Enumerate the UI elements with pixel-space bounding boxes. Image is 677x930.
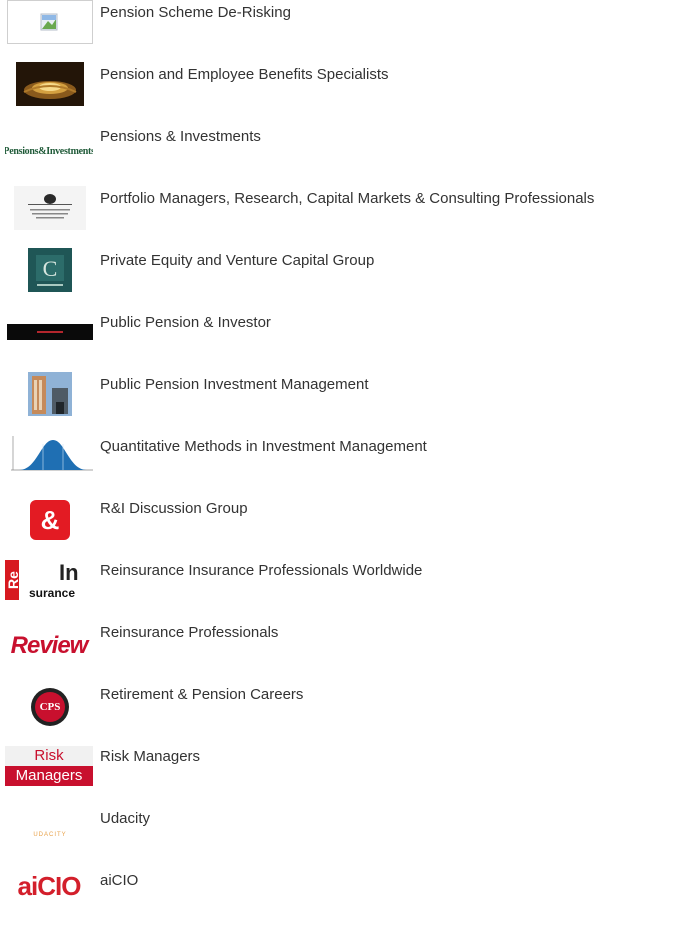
golden-nest-icon[interactable] bbox=[7, 62, 93, 106]
group-name[interactable]: Portfolio Managers, Research, Capital Ma… bbox=[100, 190, 594, 208]
pensions-investments-logo-text: Pensions&Investments bbox=[5, 145, 93, 157]
reinsurance-logo-surance: surance bbox=[29, 586, 76, 600]
public-pension-banner[interactable] bbox=[7, 310, 93, 354]
udacity-logo-text: UDACITY bbox=[33, 832, 67, 838]
udacity-logo[interactable]: UDACITY bbox=[7, 806, 93, 850]
list-item[interactable]: Re In surance Reinsurance Insurance Prof… bbox=[0, 558, 677, 620]
ampersand-icon[interactable]: & bbox=[7, 496, 93, 540]
review-logo-text: Review bbox=[10, 632, 89, 659]
group-name[interactable]: aiCIO bbox=[100, 872, 138, 890]
private-equity-logo[interactable]: C bbox=[7, 248, 93, 292]
risk-managers-logo[interactable]: Risk Managers bbox=[5, 744, 93, 788]
group-name[interactable]: Risk Managers bbox=[100, 748, 200, 766]
list-item[interactable]: & R&I Discussion Group bbox=[0, 496, 677, 558]
list-item[interactable]: aiCIO aiCIO bbox=[0, 868, 677, 930]
risk-logo-bottom: Managers bbox=[5, 766, 93, 786]
broken-image-icon[interactable] bbox=[7, 0, 93, 44]
building-photo-icon[interactable] bbox=[7, 372, 93, 416]
list-item[interactable]: Risk Managers Risk Managers bbox=[0, 744, 677, 806]
list-item[interactable]: Public Pension & Investor bbox=[0, 310, 677, 372]
cps-seal-icon[interactable]: CPS bbox=[7, 682, 93, 726]
group-name[interactable]: Reinsurance Professionals bbox=[100, 624, 278, 642]
aicio-logo[interactable]: aiCIO bbox=[5, 864, 93, 908]
bell-curve-icon[interactable] bbox=[7, 434, 93, 478]
risk-logo-top: Risk bbox=[5, 746, 93, 766]
aicio-logo-text: aiCIO bbox=[17, 870, 82, 901]
svg-text:C: C bbox=[43, 256, 58, 281]
list-item[interactable]: CPS Retirement & Pension Careers bbox=[0, 682, 677, 744]
group-name[interactable]: Pensions & Investments bbox=[100, 128, 261, 146]
list-item[interactable]: Pension and Employee Benefits Specialist… bbox=[0, 62, 677, 124]
portfolio-managers-logo[interactable] bbox=[7, 186, 93, 230]
group-name[interactable]: R&I Discussion Group bbox=[100, 500, 248, 518]
list-item[interactable]: Pension Scheme De-Risking bbox=[0, 0, 677, 62]
group-name[interactable]: Retirement & Pension Careers bbox=[100, 686, 303, 704]
group-name[interactable]: Quantitative Methods in Investment Manag… bbox=[100, 438, 427, 456]
reinsurance-logo[interactable]: Re In surance bbox=[5, 558, 93, 602]
group-name[interactable]: Public Pension Investment Management bbox=[100, 376, 368, 394]
group-name[interactable]: Pension and Employee Benefits Specialist… bbox=[100, 66, 389, 84]
pensions-investments-logo[interactable]: Pensions&Investments bbox=[5, 124, 93, 168]
group-name[interactable]: Udacity bbox=[100, 810, 150, 828]
group-name[interactable]: Private Equity and Venture Capital Group bbox=[100, 252, 374, 270]
list-item[interactable]: Pensions&Investments Pensions & Investme… bbox=[0, 124, 677, 186]
group-name[interactable]: Reinsurance Insurance Professionals Worl… bbox=[100, 562, 422, 580]
cps-seal-text: CPS bbox=[39, 701, 61, 713]
group-name[interactable]: Pension Scheme De-Risking bbox=[100, 4, 291, 22]
reinsurance-logo-in: In bbox=[59, 560, 79, 585]
list-item[interactable]: Quantitative Methods in Investment Manag… bbox=[0, 434, 677, 496]
list-item[interactable]: Public Pension Investment Management bbox=[0, 372, 677, 434]
list-item[interactable]: Review Reinsurance Professionals bbox=[0, 620, 677, 682]
list-item[interactable]: Portfolio Managers, Research, Capital Ma… bbox=[0, 186, 677, 248]
reinsurance-logo-re: Re bbox=[5, 560, 21, 600]
group-list: Pension Scheme De-Risking Pension and Em… bbox=[0, 0, 677, 901]
group-name[interactable]: Public Pension & Investor bbox=[100, 314, 271, 332]
list-item[interactable]: C Private Equity and Venture Capital Gro… bbox=[0, 248, 677, 310]
list-item[interactable]: UDACITY Udacity bbox=[0, 806, 677, 868]
review-logo[interactable]: Review bbox=[5, 620, 93, 664]
